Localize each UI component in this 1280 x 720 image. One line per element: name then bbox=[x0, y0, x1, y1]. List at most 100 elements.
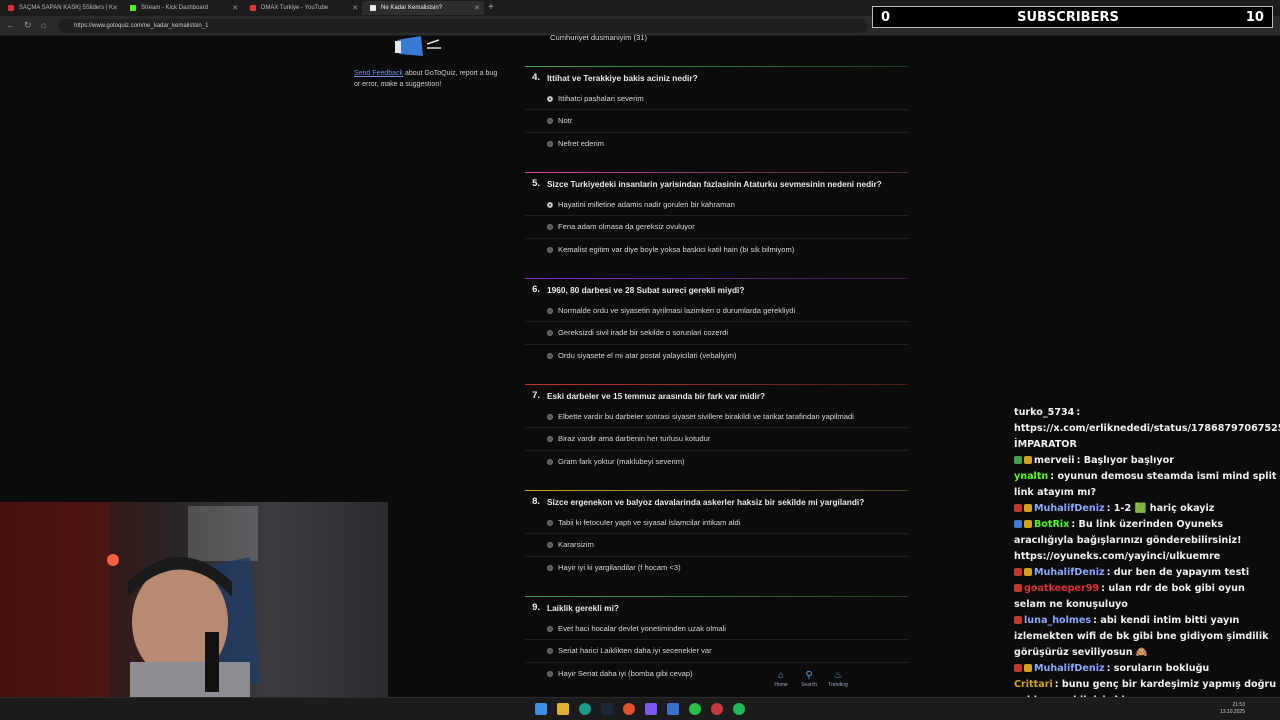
radio-button[interactable] bbox=[547, 626, 553, 632]
chat-username[interactable]: ynaltn bbox=[1014, 471, 1048, 482]
question-title: 6. 1960, 80 darbesi ve 28 Subat sureci ge… bbox=[525, 284, 908, 300]
chat-username[interactable]: goatkeeper99 bbox=[1024, 583, 1099, 594]
chat-username[interactable]: MuhalifDeniz bbox=[1034, 567, 1105, 578]
radio-button[interactable] bbox=[547, 308, 553, 314]
radio-button[interactable] bbox=[547, 140, 553, 147]
close-icon[interactable]: ✕ bbox=[352, 4, 358, 12]
answer-option[interactable]: Hayir iyi ki yargilandilar (f hocam <3) bbox=[525, 557, 908, 579]
nav-label: Search bbox=[801, 682, 817, 688]
question-divider bbox=[525, 596, 908, 597]
radio-selected[interactable] bbox=[547, 96, 553, 102]
back-icon[interactable]: ← bbox=[6, 20, 15, 30]
question-title: 9. Laiklik gerekli mi? bbox=[525, 602, 908, 618]
answer-option[interactable]: Fena adam olmasa da gereksiz ovuluyor bbox=[525, 216, 908, 239]
answer-option[interactable]: Elbette vardir bu darbeler sonrasi siyas… bbox=[525, 406, 908, 429]
answer-option[interactable]: Hayatini milletine adamis nadir gorulen … bbox=[525, 194, 908, 217]
home-icon: ⌂ bbox=[777, 670, 785, 681]
chat-username[interactable]: MuhalifDeniz bbox=[1034, 503, 1105, 514]
partial-option[interactable]: Cumhuriyet dusmaniyim (31) bbox=[550, 33, 647, 42]
chat-badge-icon bbox=[1014, 616, 1022, 624]
system-clock: 21:53 13.10.2025 bbox=[1220, 702, 1245, 716]
nav-trending-button[interactable]: ♨ Trending bbox=[824, 670, 852, 688]
chat-message: luna_holmes: abi kendi intim bitti yayın… bbox=[1014, 613, 1280, 661]
new-tab-icon[interactable]: + bbox=[488, 2, 494, 13]
radio-button[interactable] bbox=[547, 352, 553, 359]
close-icon[interactable]: ✕ bbox=[232, 4, 238, 12]
answer-option[interactable]: Tabii ki fetocuIer yapti ve siyasal isla… bbox=[525, 512, 908, 535]
chat-username[interactable]: Crittari bbox=[1014, 679, 1053, 690]
question-number: 8. bbox=[532, 496, 540, 507]
nav-search-button[interactable]: ⚲ Search bbox=[795, 670, 823, 688]
option-label: Elbette vardir bu darbeler sonrasi siyas… bbox=[558, 412, 854, 422]
edge-icon[interactable] bbox=[579, 703, 591, 715]
stream-chat: turko_5734: https://x.com/erliknededi/st… bbox=[1014, 405, 1280, 717]
answer-option[interactable]: Kararsizim bbox=[525, 534, 908, 557]
question-text: Sizce ergenekon ve balyoz davalarinda as… bbox=[547, 497, 865, 507]
reload-icon[interactable]: ↻ bbox=[24, 20, 32, 31]
radio-selected[interactable] bbox=[547, 202, 553, 208]
option-label: Fena adam olmasa da gereksiz ovuluyor bbox=[558, 222, 695, 232]
question-number: 9. bbox=[532, 602, 540, 613]
radio-button[interactable] bbox=[547, 520, 553, 526]
answer-option[interactable]: Notr bbox=[525, 110, 908, 133]
chat-username[interactable]: merveii bbox=[1034, 455, 1075, 466]
nav-home-button[interactable]: ⌂ Home bbox=[767, 670, 795, 688]
answer-option[interactable]: Seriat harici Laiklikten daha iyi secene… bbox=[525, 640, 908, 663]
answer-option[interactable]: Biraz vardir ama darbenin her turlusu ko… bbox=[525, 428, 908, 451]
radio-button[interactable] bbox=[547, 414, 553, 420]
chat-username[interactable]: luna_holmes bbox=[1024, 615, 1091, 626]
answer-option[interactable]: Gram fark yoktur (maklubeyi severim) bbox=[525, 451, 908, 473]
option-label: Hayir iyi ki yargilandilar (f hocam <3) bbox=[558, 563, 681, 573]
radio-button[interactable] bbox=[547, 564, 553, 571]
whatsapp-icon[interactable] bbox=[689, 703, 701, 715]
browser-tab-active[interactable]: Ne Kadar Kemalistsin? ✕ bbox=[362, 1, 484, 15]
chat-message: goatkeeper99: ulan rdr de bok gibi oyun … bbox=[1014, 581, 1280, 613]
chat-username[interactable]: turko_5734 bbox=[1014, 407, 1074, 418]
question-number: 6. bbox=[532, 284, 540, 295]
start-icon[interactable] bbox=[535, 703, 547, 715]
chat-message: BotRix: Bu link üzerinden Oyuneks aracıl… bbox=[1014, 517, 1280, 565]
answer-option[interactable]: Ittihatci pashalari severim bbox=[525, 88, 908, 111]
steam-icon[interactable] bbox=[601, 703, 613, 715]
close-icon[interactable]: ✕ bbox=[112, 4, 118, 12]
tab-favicon-icon bbox=[130, 5, 136, 11]
spotify-icon[interactable] bbox=[733, 703, 745, 715]
browser-tab[interactable]: SAÇMA SAPAN KASK| 5Sliders | K ✕ bbox=[0, 1, 122, 15]
answer-option[interactable]: Normalde ordu ve siyasetin ayrilmasi laz… bbox=[525, 300, 908, 323]
chat-message: MuhalifDeniz: soruların bokluğu bbox=[1014, 661, 1280, 677]
chat-badge-icon bbox=[1024, 568, 1032, 576]
answer-option[interactable]: Nefret ederim bbox=[525, 133, 908, 155]
answer-option[interactable]: Kemalist egitim var diye boyle yoksa bas… bbox=[525, 239, 908, 261]
answer-option[interactable]: Gereksizdi sivil irade bir sekilde o sor… bbox=[525, 322, 908, 345]
tab-favicon-icon bbox=[250, 5, 256, 11]
app-icon[interactable] bbox=[667, 703, 679, 715]
radio-button[interactable] bbox=[547, 670, 553, 677]
option-label: Hayatini milletine adamis nadir gorulen … bbox=[558, 200, 735, 210]
home-icon[interactable]: ⌂ bbox=[41, 20, 46, 30]
taskbar: 21:53 13.10.2025 bbox=[0, 697, 1280, 720]
browser-tab[interactable]: Stream - Kick Dashboard ✕ bbox=[122, 1, 242, 15]
radio-button[interactable] bbox=[547, 458, 553, 465]
url-field[interactable]: https://www.gotoquiz.com/ne_kadar_kemali… bbox=[58, 19, 868, 33]
option-label: Gram fark yoktur (maklubeyi severim) bbox=[558, 457, 685, 467]
chat-username[interactable]: BotRix bbox=[1034, 519, 1069, 530]
chat-badge-icon bbox=[1014, 456, 1022, 464]
tab-label: Stream - Kick Dashboard bbox=[141, 5, 209, 11]
send-feedback-link[interactable]: Send Feedback bbox=[354, 70, 403, 77]
question-divider bbox=[525, 384, 908, 385]
tab-favicon-icon bbox=[8, 5, 14, 11]
subscriber-goal: 10 bbox=[1245, 9, 1264, 25]
folder-icon[interactable] bbox=[557, 703, 569, 715]
chat-badge-icon bbox=[1024, 664, 1032, 672]
radio-button[interactable] bbox=[547, 246, 553, 253]
answer-option[interactable]: Evet haci hocalar devlet yonetiminden uz… bbox=[525, 618, 908, 641]
discord-icon[interactable] bbox=[645, 703, 657, 715]
question-text: 1960, 80 darbesi ve 28 Subat sureci gere… bbox=[547, 285, 745, 295]
chat-username[interactable]: MuhalifDeniz bbox=[1034, 663, 1105, 674]
close-icon[interactable]: ✕ bbox=[474, 4, 480, 12]
browser-tab[interactable]: DMAX Turkiye - YouTube ✕ bbox=[242, 1, 362, 15]
question-text: Laiklik gerekli mi? bbox=[547, 603, 619, 613]
obs-icon[interactable] bbox=[711, 703, 723, 715]
answer-option[interactable]: Ordu siyasete el mi atar postal yalayici… bbox=[525, 345, 908, 367]
browser-icon[interactable] bbox=[623, 703, 635, 715]
